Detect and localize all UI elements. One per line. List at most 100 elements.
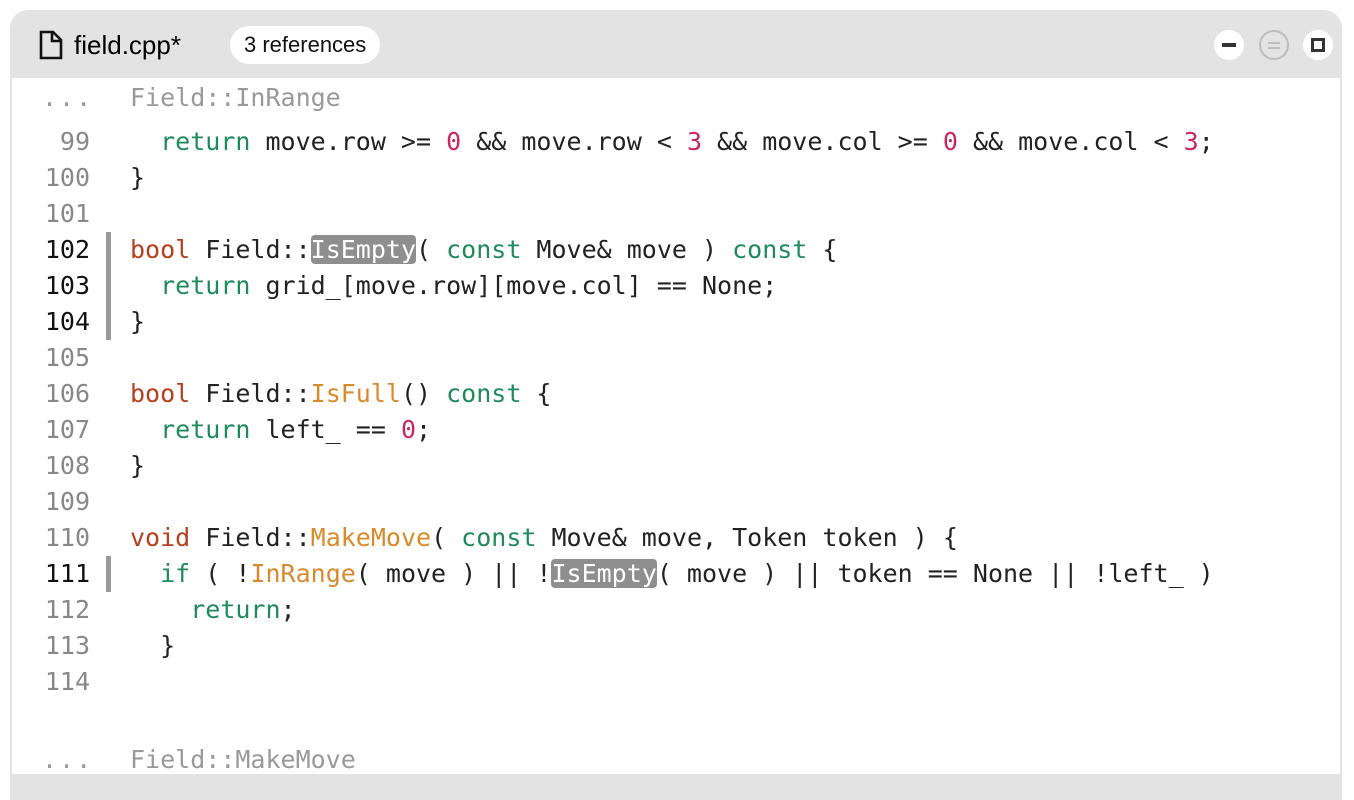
code-token: 0 <box>446 127 462 156</box>
code-text: Field::InRange <box>130 80 341 116</box>
line-number: 105 <box>44 343 90 372</box>
line-number: 106 <box>44 379 90 408</box>
code-token: void <box>130 523 191 552</box>
code-token: bool <box>130 379 191 408</box>
code-token: 0 <box>400 415 416 444</box>
code-token: { <box>807 235 838 264</box>
reference-highlight[interactable]: IsEmpty <box>551 559 657 588</box>
code-token: ( move ) || token == None || !left_ ) <box>656 559 1214 588</box>
code-token: bool <box>130 235 191 264</box>
code-token: InRange <box>250 559 356 588</box>
code-token: MakeMove <box>310 523 432 552</box>
line-number: 111 <box>44 559 90 588</box>
line-number: 107 <box>44 415 90 444</box>
code-token: 3 <box>686 127 702 156</box>
code-text: } <box>130 160 145 196</box>
code-text: return; <box>130 592 296 628</box>
code-token: ( move ) || ! <box>355 559 552 588</box>
code-token: ( ! <box>190 559 251 588</box>
reference-marker <box>106 556 111 592</box>
code-text: void Field::MakeMove( const Move& move, … <box>130 520 958 556</box>
code-token: left_ == <box>250 415 401 444</box>
minimize-icon[interactable] <box>1214 30 1244 60</box>
code-token: { <box>521 379 552 408</box>
code-token: } <box>130 163 146 192</box>
line-number: 99 <box>59 127 90 156</box>
code-token: && move.col < <box>957 127 1184 156</box>
code-token: 3 <box>1183 127 1199 156</box>
collapsed-region-indicator[interactable]: ... <box>42 80 120 116</box>
line-number: 113 <box>44 631 90 660</box>
code-text: } <box>130 304 145 340</box>
file-icon <box>39 30 63 60</box>
code-token: } <box>130 307 146 336</box>
line-number: 108 <box>44 451 90 480</box>
code-token: return <box>160 127 251 156</box>
code-token: Field::MakeMove <box>130 745 356 774</box>
code-token: grid_[move.row][move.col] == None; <box>250 271 778 300</box>
code-peek-window: field.cpp* 3 references ... Field::InRang… <box>10 10 1342 800</box>
line-number: 109 <box>44 487 90 516</box>
reference-highlight[interactable]: IsEmpty <box>310 235 416 264</box>
title-bar: field.cpp* 3 references <box>10 10 1342 78</box>
code-token: if <box>160 559 191 588</box>
code-token: const <box>446 235 522 264</box>
code-token: && move.row < <box>461 127 687 156</box>
code-token: ; <box>1198 127 1214 156</box>
line-number: 104 <box>44 307 90 336</box>
code-token: const <box>461 523 537 552</box>
code-token: } <box>130 631 176 660</box>
line-number: 102 <box>44 235 90 264</box>
references-badge[interactable]: 3 references <box>230 26 381 64</box>
code-text: } <box>130 448 145 484</box>
line-number: 101 <box>44 199 90 228</box>
code-token: return <box>160 415 251 444</box>
code-text: bool Field::IsFull() const { <box>130 376 551 412</box>
code-text: return left_ == 0; <box>130 412 431 448</box>
code-token: () <box>400 379 447 408</box>
code-text: } <box>130 628 175 664</box>
code-text: Field::MakeMove <box>130 742 356 778</box>
line-number: 110 <box>44 523 90 552</box>
code-token: const <box>732 235 808 264</box>
collapsed-region-indicator[interactable]: ... <box>42 742 120 778</box>
code-token: ; <box>280 595 296 624</box>
line-number: 112 <box>44 595 90 624</box>
code-token: ( <box>431 523 462 552</box>
code-token: move.row >= <box>250 127 447 156</box>
bottom-border <box>10 774 1342 778</box>
code-editor[interactable]: ... Field::InRange 99 return move.row >= 0… <box>10 78 1342 778</box>
reference-marker <box>106 232 111 268</box>
code-token: Field::InRange <box>130 83 341 112</box>
file-name[interactable]: field.cpp* <box>74 28 181 62</box>
code-token: 0 <box>942 127 958 156</box>
restore-icon[interactable] <box>1259 30 1289 60</box>
code-token: const <box>446 379 522 408</box>
code-token: Field:: <box>190 235 311 264</box>
code-token: return <box>190 595 281 624</box>
code-text: return grid_[move.row][move.col] == None… <box>130 268 777 304</box>
code-token: return <box>160 271 251 300</box>
line-number: 103 <box>44 271 90 300</box>
code-text: return move.row >= 0 && move.row < 3 && … <box>130 124 1214 160</box>
reference-marker <box>106 268 111 304</box>
line-number: 100 <box>44 163 90 192</box>
code-token: Field:: <box>190 523 311 552</box>
code-token: Move& move ) <box>521 235 733 264</box>
code-token: ; <box>416 415 432 444</box>
code-token: IsFull <box>310 379 401 408</box>
reference-marker <box>106 304 111 340</box>
code-token: Field:: <box>190 379 311 408</box>
code-token: ( <box>416 235 447 264</box>
maximize-icon[interactable] <box>1303 30 1333 60</box>
code-token: && move.col >= <box>702 127 943 156</box>
code-text: bool Field::IsEmpty( const Move& move ) … <box>130 232 837 268</box>
code-token: } <box>130 451 146 480</box>
code-text: if ( !InRange( move ) || !IsEmpty( move … <box>130 556 1214 592</box>
line-number: 114 <box>44 667 90 696</box>
